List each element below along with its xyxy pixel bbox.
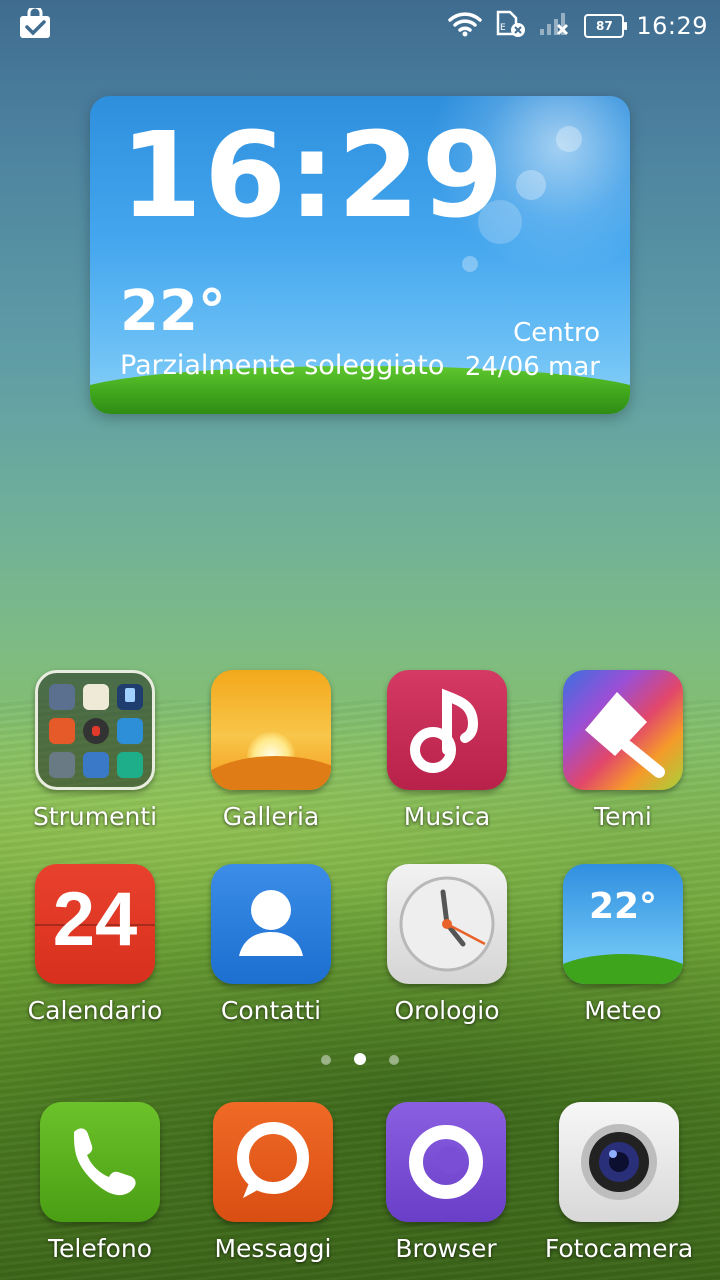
page-dot[interactable]: [389, 1055, 400, 1065]
folder-icon: [35, 670, 155, 790]
lens-flare: [462, 256, 478, 272]
app-label: Calendario: [27, 996, 163, 1025]
app-meteo[interactable]: 22° Meteo: [548, 864, 698, 1025]
app-musica[interactable]: Musica: [372, 670, 522, 831]
lens-flare: [516, 170, 546, 200]
bag-check-icon: [18, 5, 52, 44]
browser-ring-icon: [386, 1102, 506, 1222]
app-label: Browser: [395, 1234, 497, 1263]
status-bar: E 87 16:29: [0, 0, 720, 52]
dock-browser[interactable]: Browser: [371, 1102, 521, 1263]
chat-bubble-icon: [213, 1102, 333, 1222]
calendar-day: 24: [52, 877, 138, 962]
lens-flare: [556, 126, 582, 152]
widget-condition: Parzialmente soleggiato: [120, 350, 445, 381]
app-strumenti[interactable]: Strumenti: [20, 670, 170, 831]
wifi-icon: [448, 11, 483, 41]
camera-lens-icon: [559, 1102, 679, 1222]
app-label: Telefono: [48, 1234, 152, 1263]
svg-text:E: E: [500, 23, 506, 33]
battery-icon: 87: [584, 14, 628, 38]
dock-fotocamera[interactable]: Fotocamera: [544, 1102, 694, 1263]
app-calendario[interactable]: 24 Calendario: [20, 864, 170, 1025]
app-label: Fotocamera: [544, 1234, 694, 1263]
widget-time: 16:29: [120, 106, 506, 244]
app-label: Galleria: [222, 802, 320, 831]
page-dot-active[interactable]: [354, 1053, 366, 1065]
sim-error-icon: E: [494, 10, 526, 42]
widget-date: 24/06 mar: [464, 352, 600, 382]
app-label: Orologio: [394, 996, 500, 1025]
app-label: Contatti: [220, 996, 322, 1025]
dock-telefono[interactable]: Telefono: [25, 1102, 175, 1263]
app-label: Meteo: [584, 996, 662, 1025]
app-label: Messaggi: [214, 1234, 332, 1263]
phone-icon: [40, 1102, 160, 1222]
page-dot[interactable]: [320, 1055, 331, 1065]
app-galleria[interactable]: Galleria: [196, 670, 346, 831]
app-label: Temi: [594, 802, 652, 831]
meteo-temp: 22°: [588, 886, 658, 927]
signal-no-service-icon: [538, 11, 572, 41]
clock-icon: [387, 864, 507, 984]
calendar-icon: 24: [35, 864, 155, 984]
status-time: 16:29: [636, 12, 708, 40]
weather-icon: 22°: [563, 864, 683, 984]
app-temi[interactable]: Temi: [548, 670, 698, 831]
widget-temperature: 22°: [120, 279, 226, 344]
app-contatti[interactable]: Contatti: [196, 864, 346, 1025]
page-indicator: [0, 1050, 720, 1069]
paintbrush-icon: [563, 670, 683, 790]
music-note-icon: [387, 670, 507, 790]
dock-messaggi[interactable]: Messaggi: [198, 1102, 348, 1263]
app-orologio[interactable]: Orologio: [372, 864, 522, 1025]
person-icon: [211, 864, 331, 984]
sunset-icon: [211, 670, 331, 790]
app-label: Strumenti: [32, 802, 158, 831]
clock-weather-widget[interactable]: 16:29 22° Parzialmente soleggiato Centro…: [90, 96, 630, 414]
app-label: Musica: [403, 802, 491, 831]
widget-city: Centro: [513, 318, 600, 348]
